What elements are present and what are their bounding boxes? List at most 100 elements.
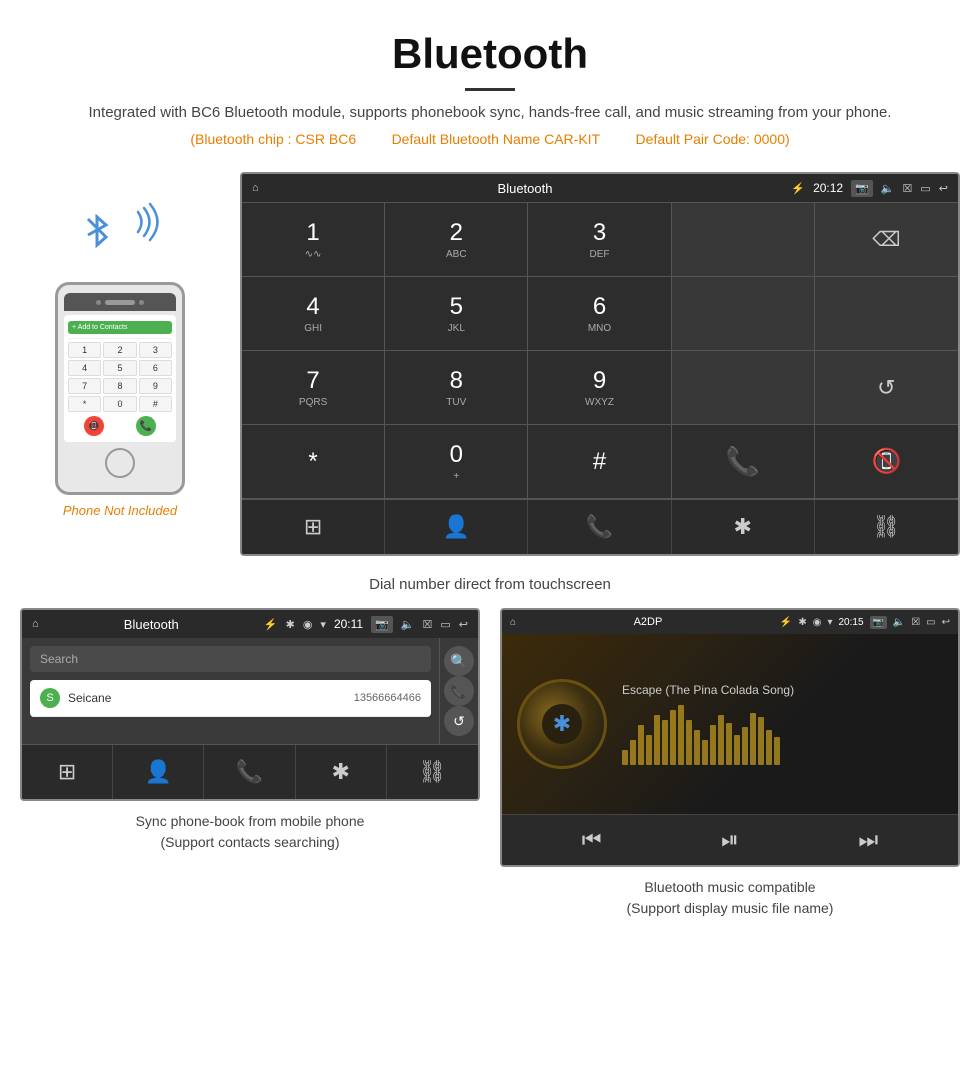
key-0[interactable]: 0 +: [385, 425, 528, 499]
name-spec: Default Bluetooth Name CAR-KIT: [392, 131, 601, 147]
pb-screen-title: Bluetooth: [47, 617, 256, 632]
key-3[interactable]: 3 DEF: [528, 203, 671, 277]
key-9-main: 9: [593, 367, 606, 395]
pb-bottom-dialpad[interactable]: ⊞: [22, 745, 113, 799]
bottom-contacts-btn[interactable]: 👤: [385, 500, 528, 554]
music-bar: [654, 715, 660, 765]
search-placeholder: Search: [40, 652, 78, 666]
key-4-sub: GHI: [304, 323, 322, 334]
key-8-main: 8: [450, 367, 463, 395]
key-hash[interactable]: #: [528, 425, 671, 499]
phone-key-hash: #: [139, 396, 172, 412]
contact-letter: S: [40, 688, 60, 708]
next-track-btn[interactable]: ⏭: [858, 827, 878, 853]
music-bar: [766, 730, 772, 765]
bottom-link-btn[interactable]: ⛓: [815, 500, 958, 554]
key-5[interactable]: 5 JKL: [385, 277, 528, 351]
chip-spec: (Bluetooth chip : CSR BC6: [190, 131, 356, 147]
key-6[interactable]: 6 MNO: [528, 277, 671, 351]
key-backspace[interactable]: ⌫: [815, 203, 958, 277]
phone-key-3: 3: [139, 342, 172, 358]
music-bt-icon: ✱: [798, 617, 806, 628]
key-0-main: 0: [450, 441, 463, 469]
music-usb-icon: ⚡: [780, 617, 792, 628]
phonebook-layout: Search S Seicane 13566664466 🔍 📞: [22, 638, 478, 744]
key-call-green[interactable]: 📞: [672, 425, 815, 499]
music-caption-line1: Bluetooth music compatible: [627, 877, 834, 898]
phone-screen: + Add to Contacts 1 2 3 4 5 6 7 8 9 * 0 …: [64, 315, 176, 442]
phone-call-row: 📵 📞: [68, 416, 172, 436]
bt-signal-area: [80, 202, 160, 272]
phone-not-included-label: Phone Not Included: [63, 503, 177, 518]
key-call-red[interactable]: 📵: [815, 425, 958, 499]
phone-mockup: + Add to Contacts 1 2 3 4 5 6 7 8 9 * 0 …: [55, 282, 185, 495]
phonebook-caption: Sync phone-book from mobile phone (Suppo…: [136, 811, 365, 853]
pb-bt-icon: ✱: [286, 618, 295, 631]
phone-key-4: 4: [68, 360, 101, 376]
pb-window-icon: ▭: [440, 618, 450, 631]
dialpad-container: 1 ∿∿ 2 ABC 3 DEF ⌫ 4 GHI: [242, 202, 958, 499]
music-lower: ⌂ A2DP ⚡ ✱ ◉ ▾ 20:15 📷 🔈 ☒ ▭ ↩ ✱: [500, 608, 960, 919]
phone-speaker: [96, 300, 101, 305]
pb-bottom-link[interactable]: ⛓: [387, 745, 478, 799]
key-refresh[interactable]: ↺: [815, 351, 958, 425]
key-4[interactable]: 4 GHI: [242, 277, 385, 351]
play-pause-btn[interactable]: ⏯: [721, 827, 739, 853]
phone-key-2: 2: [103, 342, 136, 358]
pb-camera-icon: 📷: [371, 616, 393, 633]
phonebook-list: S Seicane 13566664466: [30, 680, 431, 717]
key-1[interactable]: 1 ∿∿: [242, 203, 385, 277]
pb-back-icon: ↩: [459, 618, 468, 631]
key-9[interactable]: 9 WXYZ: [528, 351, 671, 425]
key-1-sub: ∿∿: [305, 249, 322, 260]
album-art-inner: ✱: [542, 704, 582, 744]
phone-end-call-btn: 📵: [84, 416, 104, 436]
music-bar: [726, 723, 732, 765]
camera-icon: 📷: [851, 180, 873, 197]
key-7[interactable]: 7 PQRS: [242, 351, 385, 425]
phone-key-6: 6: [139, 360, 172, 376]
status-bar: ⌂ Bluetooth ⚡ 20:12 📷 🔈 ☒ ▭ ↩: [242, 174, 958, 202]
header-description: Integrated with BC6 Bluetooth module, su…: [60, 101, 920, 125]
phonebook-status-bar: ⌂ Bluetooth ⚡ ✱ ◉ ▾ 20:11 📷 🔈 ☒ ▭ ↩: [22, 610, 478, 638]
prev-track-btn[interactable]: ⏮: [582, 827, 602, 853]
phonebook-search-bar[interactable]: Search: [30, 646, 431, 672]
key-5-sub: JKL: [448, 323, 465, 334]
music-bar: [774, 737, 780, 765]
call-red-icon: 📵: [871, 447, 901, 476]
signal-waves-icon: [130, 202, 160, 242]
music-home-icon: ⌂: [510, 617, 516, 628]
phone-camera: [105, 300, 135, 305]
add-contact-text: + Add to Contacts: [72, 324, 127, 331]
music-wifi-icon: ▾: [827, 617, 832, 628]
lower-section: ⌂ Bluetooth ⚡ ✱ ◉ ▾ 20:11 📷 🔈 ☒ ▭ ↩ Sear…: [0, 608, 980, 939]
key-6-main: 6: [593, 293, 606, 321]
phonebook-caption-line1: Sync phone-book from mobile phone: [136, 811, 365, 832]
phone-key-star: *: [68, 396, 101, 412]
music-bar: [750, 713, 756, 765]
contact-name: Seicane: [68, 691, 346, 705]
song-title: Escape (The Pina Colada Song): [622, 683, 943, 697]
music-back-icon: ↩: [942, 617, 950, 628]
pb-refresh-icon[interactable]: ↺: [444, 706, 474, 736]
phone-key-0: 0: [103, 396, 136, 412]
music-bar: [758, 717, 764, 765]
pb-bottom-bt[interactable]: ✱: [296, 745, 387, 799]
phonebook-lower: ⌂ Bluetooth ⚡ ✱ ◉ ▾ 20:11 📷 🔈 ☒ ▭ ↩ Sear…: [20, 608, 480, 919]
key-8[interactable]: 8 TUV: [385, 351, 528, 425]
key-hash-main: #: [593, 448, 606, 476]
bottom-phone-btn[interactable]: 📞: [528, 500, 671, 554]
bottom-bt-btn[interactable]: ✱: [672, 500, 815, 554]
pb-bottom-contacts[interactable]: 👤: [113, 745, 204, 799]
pb-search-icon[interactable]: 🔍: [444, 646, 474, 676]
pb-call-icon[interactable]: 📞: [444, 676, 474, 706]
pb-bottom-phone[interactable]: 📞: [204, 745, 295, 799]
key-star[interactable]: *: [242, 425, 385, 499]
usb-icon: ⚡: [791, 182, 805, 195]
key-2[interactable]: 2 ABC: [385, 203, 528, 277]
music-bar: [678, 705, 684, 765]
bottom-dialpad-btn[interactable]: ⊞: [242, 500, 385, 554]
dial-caption: Dial number direct from touchscreen: [0, 576, 980, 593]
phonebook-right-actions: 🔍 📞 ↺: [439, 638, 478, 744]
phonebook-item[interactable]: S Seicane 13566664466: [30, 680, 431, 717]
